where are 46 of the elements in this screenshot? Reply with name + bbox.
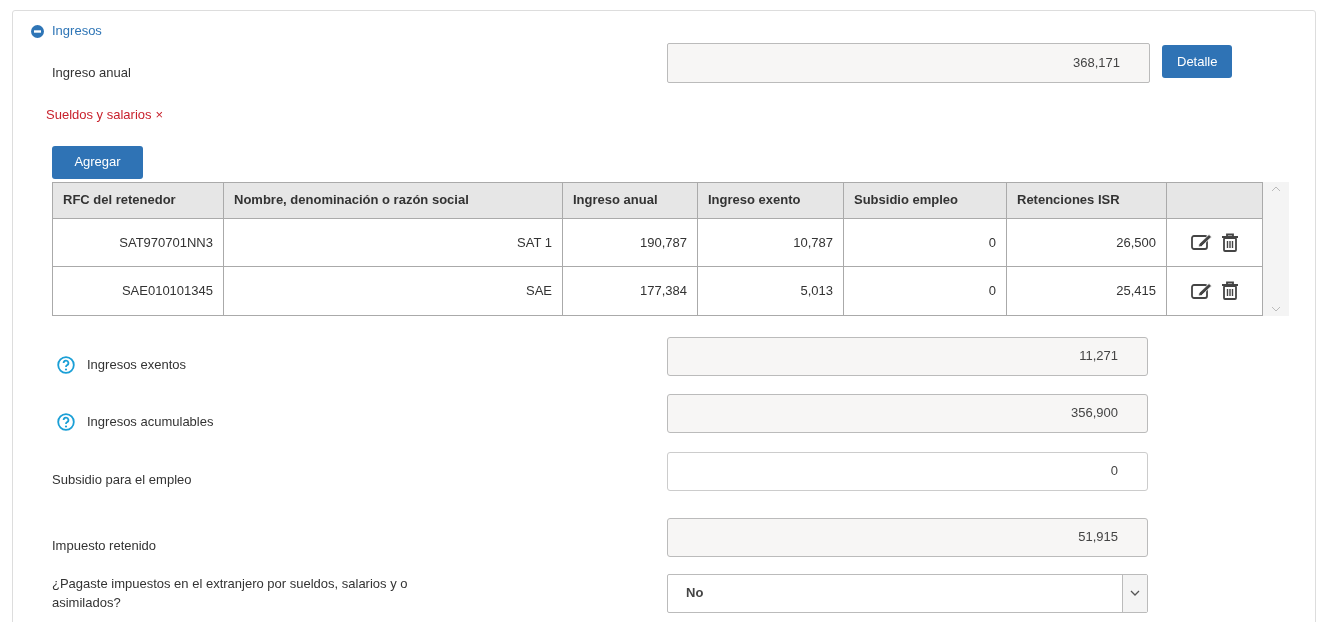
table-cell: 25,415: [1006, 266, 1167, 315]
field-label: Ingreso anual: [51, 63, 132, 82]
column-header: Ingreso anual: [562, 182, 698, 218]
help-icon[interactable]: [57, 355, 75, 374]
field-label: ¿Pagaste impuestos en el extranjero por sueldos, salarios y o asimilados?: [52, 574, 409, 612]
field-label: Ingresos exentos: [87, 356, 186, 374]
table-cell: 10,787: [697, 218, 844, 267]
field-label: Impuesto retenido: [52, 537, 157, 555]
column-header: Ingreso exento: [697, 182, 844, 218]
column-header: Nombre, denominación o razón social: [223, 182, 563, 218]
table-cell: 177,384: [562, 266, 698, 315]
trash-icon[interactable]: [1220, 232, 1239, 252]
table-cell: 0: [843, 266, 1007, 315]
table-cell: SAT970701NN3: [52, 218, 224, 267]
scroll-up-icon[interactable]: [1271, 185, 1281, 192]
readonly-field: 51,915: [667, 517, 1148, 557]
column-header: Subsidio empleo: [843, 182, 1007, 218]
select-field[interactable]: No: [667, 573, 1148, 613]
readonly-field: 11,271: [667, 336, 1148, 376]
column-header: Retenciones ISR: [1006, 182, 1167, 218]
detail-button[interactable]: Detalle: [1162, 45, 1233, 78]
field-label: Ingresos acumulables: [87, 413, 214, 431]
table-cell: SAE: [223, 266, 563, 315]
edit-icon[interactable]: [1190, 281, 1213, 300]
scrollbar[interactable]: [1263, 181, 1289, 316]
collapse-icon: [31, 24, 44, 38]
category-tag: Sueldos y salarios: [46, 105, 152, 125]
field-label: Subsidio para el empleo: [52, 471, 192, 489]
table-cell: SAE010101345: [52, 266, 224, 315]
readonly-field: 356,900: [667, 393, 1148, 433]
edit-icon[interactable]: [1190, 233, 1213, 252]
readonly-field: 368,171: [667, 43, 1150, 83]
help-icon[interactable]: [57, 412, 75, 431]
table-cell: SAT 1: [223, 218, 563, 267]
add-button[interactable]: Agregar: [52, 145, 143, 179]
caret-icon: [1130, 590, 1140, 596]
input-field[interactable]: 0: [667, 451, 1148, 491]
table-cell: 190,787: [562, 218, 698, 267]
remove-tag-button[interactable]: ×: [155, 105, 164, 125]
collapse-toggle[interactable]: Ingresos: [31, 21, 102, 41]
table-cell: 5,013: [697, 266, 844, 315]
column-header: RFC del retenedor: [52, 182, 224, 218]
table-cell: 26,500: [1006, 218, 1167, 267]
table-cell: 0: [843, 218, 1007, 267]
scroll-down-icon[interactable]: [1271, 305, 1281, 312]
trash-icon[interactable]: [1220, 281, 1239, 301]
